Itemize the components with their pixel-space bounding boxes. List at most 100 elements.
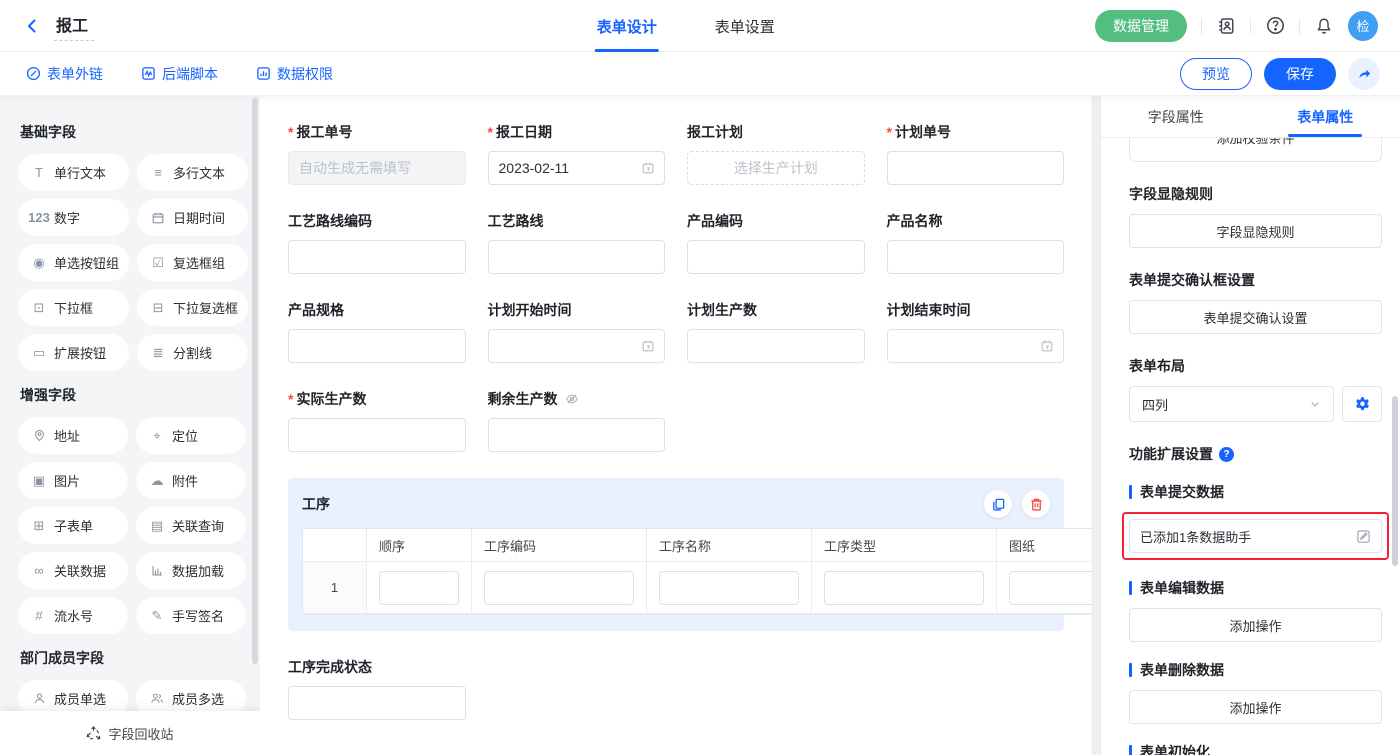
save-button[interactable]: 保存 xyxy=(1264,58,1336,90)
field-pill-dropdown-multi[interactable]: ⊟下拉复选框 xyxy=(137,289,248,326)
delete-data-add-button[interactable]: 添加操作 xyxy=(1129,690,1382,724)
cell xyxy=(472,562,647,614)
drawing-cell-input[interactable] xyxy=(1009,571,1093,605)
pill-label: 扩展按钮 xyxy=(54,343,106,362)
product-code-input[interactable] xyxy=(687,240,865,274)
sidebar-scrollbar[interactable] xyxy=(252,98,258,664)
field-pill-image[interactable]: ▣图片 xyxy=(18,462,128,499)
form-title[interactable]: 报工 xyxy=(54,10,94,41)
tab-form-properties[interactable]: 表单属性 xyxy=(1251,96,1400,137)
tab-form-design[interactable]: 表单设计 xyxy=(597,0,657,52)
process-status-input[interactable] xyxy=(288,686,466,720)
field-report-plan[interactable]: 报工计划 选择生产计划 xyxy=(687,122,865,185)
field-pill-extend-button[interactable]: ▭扩展按钮 xyxy=(18,334,129,371)
delete-subform-button[interactable] xyxy=(1022,490,1050,518)
tab-form-settings[interactable]: 表单设置 xyxy=(715,0,775,52)
preview-button[interactable]: 预览 xyxy=(1180,58,1252,90)
form-designer-app: 报工 表单设计 表单设置 数据管理 检 表单 xyxy=(0,0,1400,755)
field-pill-multi-line-text[interactable]: ≡多行文本 xyxy=(137,154,248,191)
field-route-code[interactable]: 工艺路线编码 xyxy=(288,211,466,274)
plan-start-time-input[interactable] xyxy=(488,329,666,363)
notification-bell-icon[interactable] xyxy=(1314,16,1334,36)
plan-quantity-input[interactable] xyxy=(687,329,865,363)
field-pill-radio-group[interactable]: ◉单选按钮组 xyxy=(18,244,129,281)
submit-data-label: 表单提交数据 xyxy=(1129,482,1382,502)
field-plan-start-time[interactable]: 计划开始时间 xyxy=(488,300,666,363)
delete-data-label: 表单删除数据 xyxy=(1129,660,1382,680)
report-plan-picker[interactable]: 选择生产计划 xyxy=(687,151,865,185)
route-code-input[interactable] xyxy=(288,240,466,274)
submit-data-assistant-row[interactable]: 已添加1条数据助手 xyxy=(1129,519,1382,553)
field-visibility-rules-button[interactable]: 字段显隐规则 xyxy=(1129,214,1382,248)
field-pill-subform[interactable]: ⊞子表单 xyxy=(18,507,128,544)
pill-label: 数据加载 xyxy=(172,561,224,580)
field-remaining-quantity[interactable]: 剩余生产数 xyxy=(488,389,666,452)
help-icon[interactable] xyxy=(1265,16,1285,36)
plan-end-time-input[interactable] xyxy=(887,329,1065,363)
submit-confirm-button[interactable]: 表单提交确认设置 xyxy=(1129,300,1382,334)
panel-scrollbar[interactable] xyxy=(1392,396,1398,566)
order-cell-input[interactable] xyxy=(379,571,459,605)
field-pill-locate[interactable]: ⌖定位 xyxy=(136,417,246,454)
report-number-input[interactable]: 自动生成无需填写 xyxy=(288,151,466,185)
share-button[interactable] xyxy=(1348,58,1380,90)
add-validation-condition-button[interactable]: 添加校验条件 xyxy=(1129,138,1382,162)
layout-select[interactable]: 四列 xyxy=(1129,386,1334,422)
process-name-cell-input[interactable] xyxy=(659,571,799,605)
field-product-name[interactable]: 产品名称 xyxy=(887,211,1065,274)
field-product-spec[interactable]: 产品规格 xyxy=(288,300,466,363)
layout-settings-button[interactable] xyxy=(1342,386,1382,422)
process-code-cell-input[interactable] xyxy=(484,571,634,605)
field-pill-attachment[interactable]: ☁附件 xyxy=(136,462,246,499)
user-avatar[interactable]: 检 xyxy=(1348,11,1378,41)
field-report-number[interactable]: *报工单号 自动生成无需填写 xyxy=(288,122,466,185)
back-icon[interactable] xyxy=(22,16,42,36)
field-pill-linked-query[interactable]: ▤关联查询 xyxy=(136,507,246,544)
panel-gap xyxy=(1093,96,1100,755)
report-date-input[interactable]: 2023-02-11 xyxy=(488,151,666,185)
field-actual-quantity[interactable]: *实际生产数 xyxy=(288,389,466,452)
cell xyxy=(367,562,472,614)
field-pill-divider[interactable]: ≣分割线 xyxy=(137,334,248,371)
data-manage-button[interactable]: 数据管理 xyxy=(1095,10,1187,42)
field-pill-address[interactable]: 地址 xyxy=(18,417,128,454)
external-link-button[interactable]: 表单外链 xyxy=(26,64,103,84)
field-pill-datetime[interactable]: 日期时间 xyxy=(137,199,248,236)
pill-label: 成员多选 xyxy=(172,689,224,708)
route-input[interactable] xyxy=(488,240,666,274)
field-pill-signature[interactable]: ✎手写签名 xyxy=(136,597,246,634)
product-name-input[interactable] xyxy=(887,240,1065,274)
field-label: 工艺路线编码 xyxy=(288,211,372,231)
field-product-code[interactable]: 产品编码 xyxy=(687,211,865,274)
field-plan-number[interactable]: *计划单号 xyxy=(887,122,1065,185)
field-pill-single-line-text[interactable]: T单行文本 xyxy=(18,154,129,191)
process-type-cell-input[interactable] xyxy=(824,571,984,605)
edit-data-add-button[interactable]: 添加操作 xyxy=(1129,608,1382,642)
tab-field-properties[interactable]: 字段属性 xyxy=(1101,96,1251,137)
plan-number-input[interactable] xyxy=(887,151,1065,185)
field-pill-linked-data[interactable]: ∞关联数据 xyxy=(18,552,128,589)
field-pill-dropdown[interactable]: ⊡下拉框 xyxy=(18,289,129,326)
field-pill-serial-number[interactable]: #流水号 xyxy=(18,597,128,634)
subform-process[interactable]: 工序 顺序 xyxy=(288,478,1064,631)
edit-icon[interactable] xyxy=(1356,529,1371,544)
pill-label: 分割线 xyxy=(173,343,212,362)
remaining-quantity-input[interactable] xyxy=(488,418,666,452)
product-spec-input[interactable] xyxy=(288,329,466,363)
field-recycle-bin[interactable]: 字段回收站 xyxy=(0,711,260,755)
field-report-date[interactable]: *报工日期 2023-02-11 xyxy=(488,122,666,185)
actual-quantity-input[interactable] xyxy=(288,418,466,452)
extension-help-icon[interactable]: ? xyxy=(1219,447,1234,462)
field-plan-end-time[interactable]: 计划结束时间 xyxy=(887,300,1065,363)
field-plan-quantity[interactable]: 计划生产数 xyxy=(687,300,865,363)
backend-script-button[interactable]: 后端脚本 xyxy=(141,64,218,84)
field-route[interactable]: 工艺路线 xyxy=(488,211,666,274)
data-permission-button[interactable]: 数据权限 xyxy=(256,64,333,84)
linked-data-icon: ∞ xyxy=(31,563,47,578)
field-process-status[interactable]: 工序完成状态 xyxy=(288,657,466,720)
field-pill-checkbox-group[interactable]: ☑复选框组 xyxy=(137,244,248,281)
field-pill-number[interactable]: 123数字 xyxy=(18,199,129,236)
field-pill-data-load[interactable]: 数据加载 xyxy=(136,552,246,589)
contacts-icon[interactable] xyxy=(1216,16,1236,36)
copy-subform-button[interactable] xyxy=(984,490,1012,518)
